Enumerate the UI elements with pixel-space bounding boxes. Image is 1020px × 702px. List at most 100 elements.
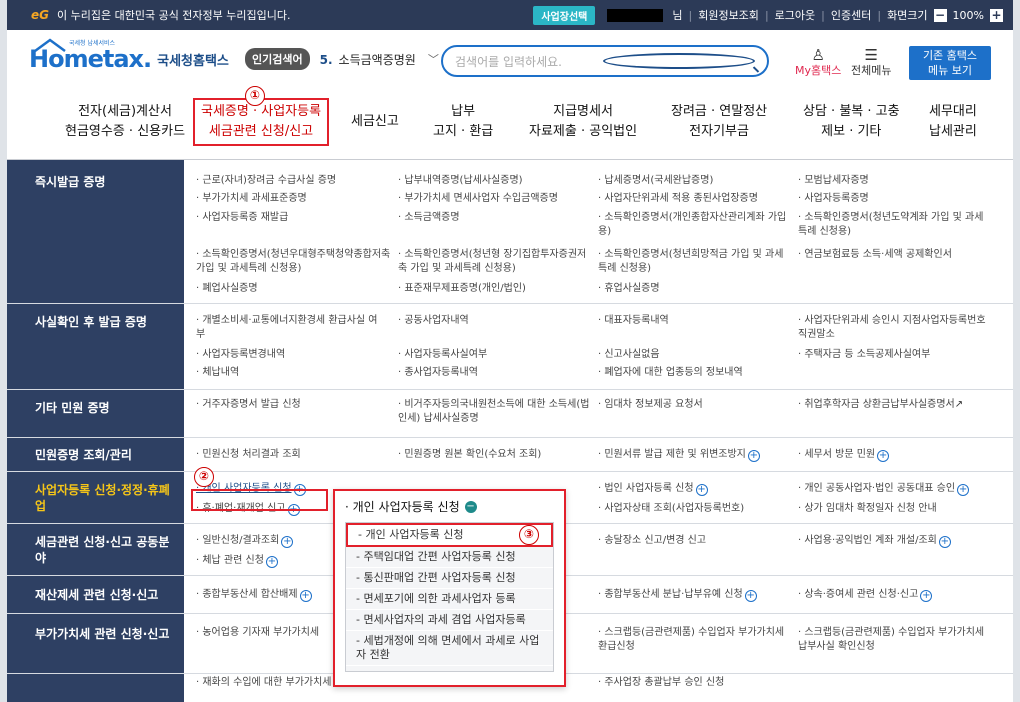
submenu-exempt-taxable-combined[interactable]: - 면세사업자의 과세 겸업 사업자등록 [346, 610, 553, 631]
nav-payment[interactable]: 납부 고지 · 환급 [433, 102, 493, 142]
menu-link[interactable]: · 민원신청 처리결과 조회 [196, 448, 301, 462]
menu-link[interactable]: · 스크랩등(금관련제품) 수입업자 부가가치세 납부사실 확인신청 [798, 626, 988, 654]
menu-link[interactable]: · 신고사실없음 [598, 348, 660, 362]
menu-link[interactable]: · 종합부동산세 분납·납부유예 신청 + [598, 588, 757, 602]
zoom-in-button[interactable]: + [990, 8, 1003, 22]
menu-link[interactable]: · 상속·증여세 관련 신청·신고 + [798, 588, 933, 602]
search-input[interactable]: 검색어를 입력하세요. [455, 53, 603, 70]
menu-link[interactable]: · 체납내역 [196, 366, 239, 380]
all-menu-button[interactable]: ☰ 전체메뉴 [851, 48, 891, 78]
menu-link[interactable]: · 비거주자등의국내원천소득에 대한 소득세(법인세) 납세사실증명 [398, 398, 590, 426]
menu-link[interactable]: · 소득확인증명서(청년형 장기집합투자증권저축 가입 및 과세특례 신청용) [398, 248, 590, 276]
auth-center-link[interactable]: 인증센터 [831, 7, 871, 23]
menu-link[interactable]: · 송달장소 신고/변경 신고 [598, 534, 706, 548]
menu-link[interactable]: · 사업자등록증 재발급 [196, 211, 288, 225]
popular-search-term[interactable]: 5. 소득금액증명원 [320, 51, 416, 68]
expand-plus-icon[interactable]: + [299, 590, 312, 602]
popup-title[interactable]: · 개인 사업자등록 신청 − [335, 491, 564, 522]
expand-plus-icon[interactable]: + [265, 556, 278, 568]
nav-tax-agent[interactable]: 세무대리 납세관리 [929, 102, 977, 142]
menu-link[interactable]: · 세무서 방문 민원 + [798, 448, 890, 462]
menu-link[interactable]: · 소득확인증명서(청년희망적금 가입 및 과세특례 신청용) [598, 248, 788, 276]
menu-link[interactable]: · 휴업사실증명 [598, 282, 660, 296]
menu-link[interactable]: · 취업후학자금 상환금납부사실증명서↗ [798, 398, 963, 412]
search-icon[interactable] [603, 53, 755, 69]
menu-link[interactable]: · 사업자단위과세 승인시 지점사업자등록번호 직권말소 [798, 314, 988, 342]
menu-link[interactable]: · 종합부동산세 합산배제 + [196, 588, 312, 602]
menu-link[interactable]: · 폐업자에 대한 업종등의 정보내역 [598, 366, 743, 380]
menu-link[interactable]: · 부가가치세 면세사업자 수입금액증명 [398, 192, 558, 206]
nav-consultation[interactable]: 상담 · 불복 · 고충 제보 · 기타 [803, 102, 900, 142]
menu-link[interactable]: · 거주자증명서 발급 신청 [196, 398, 301, 412]
gov-notice: 이 누리집은 대한민국 공식 전자정부 누리집입니다. [57, 9, 291, 22]
menu-link[interactable]: · 주사업장 총괄납부 승인 신청 [598, 676, 724, 690]
menu-link[interactable]: · 임대차 정보제공 요청서 [598, 398, 703, 412]
menu-link[interactable]: · 대표자등록내역 [598, 314, 669, 328]
submenu-online-sales-registration[interactable]: - 통신판매업 간편 사업자등록 신청 [346, 568, 553, 589]
menu-link[interactable]: · 스크랩등(금관련제품) 수입업자 부가가치세 환급신청 [598, 626, 788, 654]
chevron-down-icon[interactable]: ﹀ [428, 51, 439, 67]
expand-plus-icon[interactable]: + [957, 484, 970, 496]
popular-search[interactable]: 인기검색어 5. 소득금액증명원 ﹀ [245, 48, 439, 70]
row-header: 기타 민원 증명 [7, 390, 184, 437]
menu-link[interactable]: · 소득확인증명서(청년우대형주택청약종합저축 가입 및 과세특례 신청용) [196, 248, 391, 276]
expand-plus-icon[interactable]: + [938, 536, 951, 548]
submenu-housing-rental-registration[interactable]: - 주택임대업 간편 사업자등록 신청 [346, 547, 553, 568]
menu-link[interactable]: · 사업자상태 조회(사업자등록번호) [598, 502, 744, 516]
menu-link[interactable]: · 부가가치세 과세표준증명 [196, 192, 307, 206]
expand-plus-icon[interactable]: + [877, 450, 890, 462]
menu-link[interactable]: · 사업자등록사실여부 [398, 348, 487, 362]
menu-link[interactable]: · 법인 사업자등록 신청 + [598, 482, 708, 496]
expand-plus-icon[interactable]: + [747, 450, 760, 462]
zoom-out-button[interactable]: − [933, 8, 947, 22]
menu-link[interactable]: · 주택자금 등 소득공제사실여부 [798, 348, 930, 362]
menu-link[interactable]: · 상가 임대차 확정일자 신청 안내 [798, 502, 937, 516]
menu-link[interactable]: · 개인 공동사업자·법인 공동대표 승인 + [798, 482, 970, 496]
menu-link[interactable]: · 일반신청/결과조회 + [196, 534, 294, 548]
expand-plus-icon[interactable]: + [695, 484, 708, 496]
row-body: · 근로(자녀)장려금 수급사실 증명 · 납부내역증명(납세사실증명) · 납… [184, 160, 1013, 303]
menu-link[interactable]: · 소득확인증명서(개인종합자산관리계좌 가입용) [598, 211, 788, 239]
search-box[interactable]: 검색어를 입력하세요. [441, 45, 769, 77]
expand-plus-icon[interactable]: + [744, 590, 757, 602]
menu-link[interactable]: · 사업자단위과세 적용 종된사업장증명 [598, 192, 758, 206]
submenu-exempt-to-taxable-conversion[interactable]: - 세법개정에 의해 면세에서 과세로 사업자 전환 [346, 631, 553, 666]
menu-link[interactable]: · 연금보험료등 소득·세액 공제확인서 [798, 248, 988, 262]
menu-link[interactable]: · 모범납세자증명 [798, 174, 869, 188]
menu-link[interactable]: · 개별소비세·교통에너지환경세 환급사실 여부 [196, 314, 386, 342]
nav-tax-certificate[interactable]: 국세증명 · 사업자등록 세금관련 신청/신고 [193, 98, 330, 146]
menu-link[interactable]: · 민원서류 발급 제한 및 위변조방지 + [598, 448, 760, 462]
menu-link[interactable]: · 폐업사실증명 [196, 282, 258, 296]
menu-link[interactable]: · 사업용·공익법인 계좌 개설/조회 + [798, 534, 951, 548]
my-hometax-button[interactable]: ♙ My홈택스 [795, 48, 841, 78]
collapse-minus-icon[interactable]: − [464, 500, 477, 513]
menu-link[interactable]: · 납세증명서(국세완납증명) [598, 174, 713, 188]
menu-link[interactable]: · 근로(자녀)장려금 수급사실 증명 [196, 174, 336, 188]
logout-link[interactable]: 로그아웃 [775, 7, 815, 23]
submenu-tax-exemption-waiver[interactable]: - 면세포기에 의한 과세사업자 등록 [346, 589, 553, 610]
row-body: · 거주자증명서 발급 신청 · 비거주자등의국내원천소득에 대한 소득세(법인… [184, 390, 1013, 437]
hometax-logo[interactable]: 국세청 납세서비스 Hometax. 국세청홈택스 [29, 38, 229, 72]
screen-size-label: 화면크기 [887, 9, 928, 22]
menu-link[interactable]: · 체납 관련 신청 + [196, 554, 278, 568]
nav-e-invoice[interactable]: 전자(세금)계산서 현금영수증 · 신용카드 [65, 102, 185, 142]
menu-link[interactable]: · 소득확인증명서(청년도약계좌 가입 및 과세특례 신청용) [798, 211, 988, 239]
menu-link[interactable]: · 표준재무제표증명(개인/법인) [398, 282, 526, 296]
house-roof-icon [34, 38, 66, 52]
nav-tax-return[interactable]: 세금신고 [351, 112, 399, 132]
menu-link[interactable]: · 사업자등록증명 [798, 192, 869, 206]
menu-link[interactable]: · 소득금액증명 [398, 211, 460, 225]
menu-link[interactable]: · 민원증명 원본 확인(수요처 조회) [398, 448, 541, 462]
expand-plus-icon[interactable]: + [281, 536, 294, 548]
member-info-link[interactable]: 회원정보조회 [698, 7, 759, 23]
menu-link[interactable]: · 종사업자등록내역 [398, 366, 478, 380]
old-hometax-button[interactable]: 기존 홈택스 메뉴 보기 [909, 46, 991, 80]
menu-link[interactable]: · 농어업용 기자재 부가가치세 [196, 626, 319, 640]
nav-payment-statement[interactable]: 지급명세서 자료제출 · 공익법인 [529, 102, 637, 142]
menu-link[interactable]: · 공동사업자내역 [398, 314, 469, 328]
expand-plus-icon[interactable]: + [920, 590, 933, 602]
nav-incentive[interactable]: 장려금 · 연말정산 전자기부금 [671, 102, 767, 142]
menu-link[interactable]: · 사업자등록변경내역 [196, 348, 285, 362]
business-select-button[interactable]: 사업장선택 [533, 5, 596, 25]
menu-link[interactable]: · 납부내역증명(납세사실증명) [398, 174, 523, 188]
